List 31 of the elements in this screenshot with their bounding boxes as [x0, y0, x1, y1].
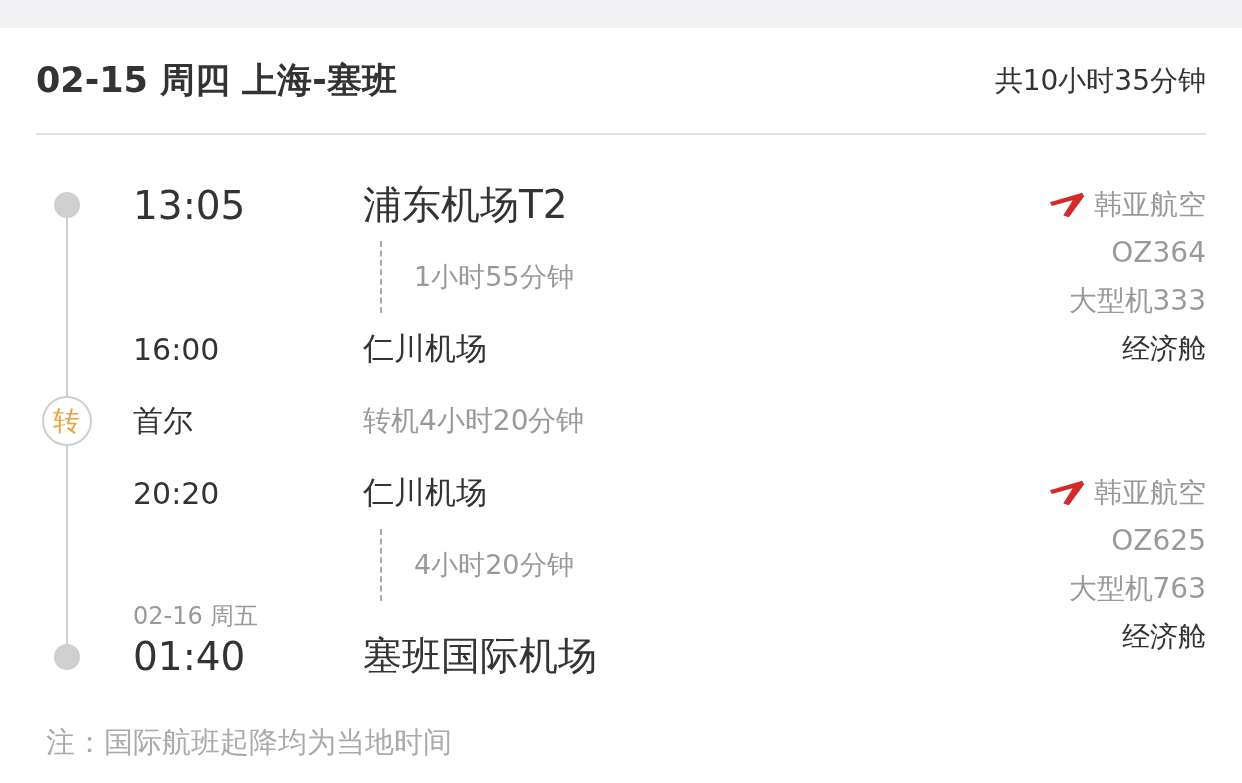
- departure-time: 13:05: [133, 182, 247, 228]
- flight-duration: 1小时55分钟: [414, 260, 574, 294]
- transfer-city: 首尔: [133, 401, 194, 440]
- cabin-class: 经济舱: [1122, 331, 1206, 367]
- note-text: 注：国际航班起降均为当地时间: [45, 724, 453, 761]
- arrival-airport: 仁川机场: [363, 329, 487, 368]
- cabin-class: 经济舱: [1122, 619, 1206, 655]
- timeline-dot: [53, 644, 80, 670]
- flight-duration: 4小时20分钟: [414, 548, 574, 582]
- transfer-badge: 转: [41, 396, 92, 446]
- transfer-duration: 转机4小时20分钟: [363, 403, 585, 439]
- departure-time: 20:20: [133, 475, 221, 511]
- arrival-time: 01:40: [133, 633, 247, 681]
- departure-airport: 仁川机场: [363, 473, 487, 512]
- airline-logo-icon: [1048, 478, 1086, 508]
- arrival-airport: 塞班国际机场: [363, 632, 597, 680]
- timeline-dot: [53, 192, 80, 218]
- total-duration: 共10小时35分钟: [994, 62, 1206, 99]
- aircraft-type: 大型机763: [1068, 571, 1206, 607]
- aircraft-type: 大型机333: [1068, 283, 1206, 319]
- arrival-date: 02-16 周五: [133, 601, 260, 631]
- airline-logo-icon: [1048, 190, 1086, 220]
- departure-airport: 浦东机场T2: [363, 181, 568, 229]
- dashed-line: [380, 241, 382, 313]
- airline-name: 韩亚航空: [1094, 475, 1206, 511]
- trip-title: 02-15 周四 上海-塞班: [36, 59, 397, 102]
- flight-number: OZ625: [1111, 523, 1206, 559]
- airline-name: 韩亚航空: [1094, 187, 1206, 223]
- dashed-line: [380, 529, 382, 601]
- arrival-time: 16:00: [133, 331, 221, 367]
- flight-number: OZ364: [1111, 235, 1206, 271]
